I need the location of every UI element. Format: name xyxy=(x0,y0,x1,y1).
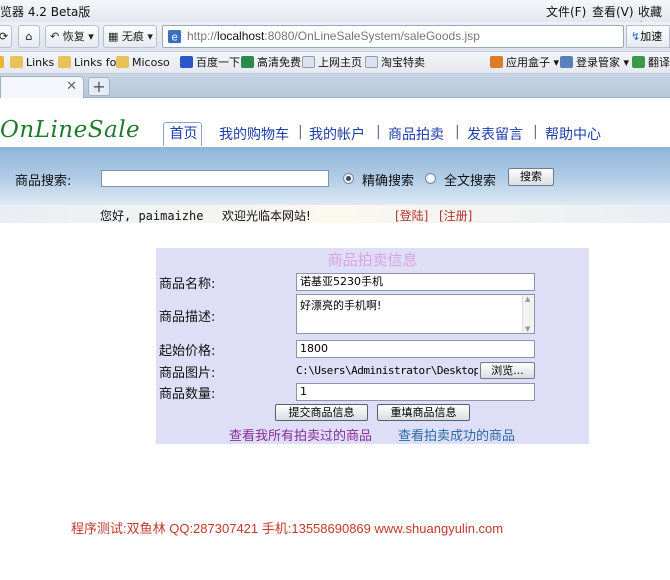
nav-account[interactable]: 我的帐户 xyxy=(309,124,365,144)
browser-toolbar: ⟳ ⌂ ↶ 恢复 ▾ ▦ 无痕 ▾ e http://localhost:808… xyxy=(0,22,670,52)
goods-desc-label: 商品描述: xyxy=(159,310,216,325)
search-label: 商品搜索: xyxy=(15,174,72,189)
refresh-icon: ⟳ xyxy=(0,30,9,43)
fav-baidu[interactable]: 百度一下 xyxy=(180,55,240,71)
window-title: 览器 4.2 Beta版 xyxy=(0,5,91,19)
address-bar[interactable]: e http://localhost:8080/OnLineSaleSystem… xyxy=(162,25,624,48)
radio-exact-search[interactable] xyxy=(343,173,354,184)
folder-icon xyxy=(58,56,71,68)
box-icon xyxy=(490,56,503,68)
video-icon xyxy=(241,56,254,68)
incognito-icon: ▦ xyxy=(108,30,119,43)
browse-button[interactable]: 浏览... xyxy=(480,362,535,379)
accelerate-button[interactable]: ↯加速 xyxy=(626,25,670,48)
address-url[interactable]: http://localhost:8080/OnLineSaleSystem/s… xyxy=(187,29,480,43)
fav-translate[interactable]: 翻译 xyxy=(632,55,670,71)
svg-text:e: e xyxy=(171,31,177,43)
goods-name-input[interactable]: 诺基亚5230手机 xyxy=(296,273,535,291)
home-icon: ⌂ xyxy=(25,30,33,43)
home-button[interactable]: ⌂ xyxy=(18,25,40,48)
nav-separator: | xyxy=(298,124,303,140)
form-title: 商品拍卖信息 xyxy=(327,251,418,269)
form-title-row: 商品拍卖信息 xyxy=(0,249,670,270)
star-icon xyxy=(0,56,4,68)
refresh-button[interactable]: ⟳ xyxy=(0,25,12,48)
view-all-auctions-link[interactable]: 查看我所有拍卖过的商品 xyxy=(229,425,372,444)
favorite-star[interactable] xyxy=(0,55,7,71)
textarea-scrollbar[interactable] xyxy=(522,295,534,333)
nav-separator: | xyxy=(455,124,460,140)
view-successful-auctions-link[interactable]: 查看拍卖成功的商品 xyxy=(398,425,515,444)
folder-icon xyxy=(10,56,23,68)
nav-separator: | xyxy=(533,124,538,140)
page-icon xyxy=(302,56,315,68)
tab-bar: ✕ + xyxy=(0,74,670,98)
plus-icon: + xyxy=(92,77,106,96)
fav-app-box[interactable]: 应用盒子 ▾ xyxy=(490,55,559,71)
user-greeting: 您好, paimaizhe xyxy=(100,209,204,223)
close-icon[interactable]: ✕ xyxy=(66,79,77,94)
goods-image-path[interactable]: C:\Users\Administrator\Desktop\ xyxy=(296,363,478,379)
nav-help[interactable]: 帮助中心 xyxy=(545,124,601,144)
translate-icon xyxy=(632,56,645,68)
welcome-message: 欢迎光临本网站! xyxy=(222,209,311,223)
nav-message[interactable]: 发表留言 xyxy=(467,124,523,144)
nav-separator: | xyxy=(376,124,381,140)
new-tab-button[interactable]: + xyxy=(88,77,110,96)
window-titlebar: 览器 4.2 Beta版 文件(F) 查看(V) 收藏(F xyxy=(0,0,670,34)
nav-auction[interactable]: 商品拍卖 xyxy=(388,124,444,144)
lightning-icon: ↯ xyxy=(631,30,641,43)
fav-links-fo[interactable]: Links fo xyxy=(58,55,116,71)
incognito-button[interactable]: ▦ 无痕 ▾ xyxy=(103,25,157,48)
footer-credit: 程序测试:双鱼林 QQ:287307421 手机:13558690869 www… xyxy=(71,521,504,536)
key-icon xyxy=(560,56,573,68)
search-input[interactable] xyxy=(101,170,329,187)
start-price-label: 起始价格: xyxy=(159,344,216,359)
goods-desc-value: 好漂亮的手机啊! xyxy=(300,299,382,312)
nav-cart[interactable]: 我的购物车 xyxy=(219,124,289,144)
folder-icon xyxy=(116,56,129,68)
menu-view[interactable]: 查看(V) xyxy=(592,3,634,20)
start-price-input[interactable]: 1800 xyxy=(296,340,535,358)
restore-label: 恢复 xyxy=(62,30,85,43)
goods-desc-textarea[interactable]: 好漂亮的手机啊! xyxy=(296,294,535,334)
exact-search-label: 精确搜索 xyxy=(362,174,415,189)
reset-goods-button[interactable]: 重填商品信息 xyxy=(377,404,470,421)
goods-qty-label: 商品数量: xyxy=(159,387,216,402)
baidu-icon xyxy=(180,56,193,68)
page-icon xyxy=(365,56,378,68)
fulltext-search-label: 全文搜索 xyxy=(444,174,497,189)
register-link[interactable]: [注册] xyxy=(439,207,472,224)
goods-name-label: 商品名称: xyxy=(159,277,216,292)
goods-qty-input[interactable]: 1 xyxy=(296,383,535,401)
search-button[interactable]: 搜索 xyxy=(508,168,554,186)
fav-homepage[interactable]: 上网主页 xyxy=(302,55,362,71)
favorites-bar: Links Links fo Micoso 百度一下 高清免费 上网主页 淘宝特… xyxy=(0,52,670,74)
restore-button[interactable]: ↶ 恢复 ▾ xyxy=(45,25,99,48)
page-icon: e xyxy=(167,29,182,43)
goods-image-label: 商品图片: xyxy=(159,366,216,381)
login-link[interactable]: [登陆] xyxy=(395,207,428,224)
fav-hd-free[interactable]: 高清免费 xyxy=(241,55,301,71)
fav-taobao[interactable]: 淘宝特卖 xyxy=(365,55,425,71)
nav-home[interactable]: 首页 xyxy=(163,122,202,146)
browser-tab-active[interactable]: ✕ xyxy=(0,76,84,98)
menu-file[interactable]: 文件(F) xyxy=(546,3,586,20)
fav-links[interactable]: Links xyxy=(10,55,54,71)
incognito-label: 无痕 xyxy=(121,30,144,43)
fav-login-manager[interactable]: 登录管家 ▾ xyxy=(560,55,629,71)
radio-fulltext-search[interactable] xyxy=(425,173,436,184)
restore-icon: ↶ xyxy=(50,30,60,43)
submit-goods-button[interactable]: 提交商品信息 xyxy=(275,404,368,421)
fav-micoso[interactable]: Micoso xyxy=(116,55,170,71)
site-logo[interactable]: OnLineSale xyxy=(0,117,140,143)
